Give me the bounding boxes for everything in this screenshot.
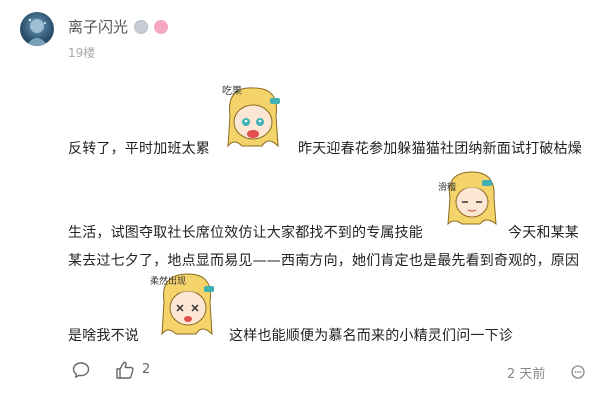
comment-text-line: 生活，试图夺取社长席位效仿让大家都找不到的专属技能 xyxy=(68,225,423,241)
more-options-icon[interactable] xyxy=(571,364,585,383)
comment-text-line: 这样也能顺便为慕名而来的小精灵们问一下诊 xyxy=(229,328,513,344)
avatar[interactable] xyxy=(20,12,54,46)
comment-text-line: 某去过七夕了，地点显而易见——西南方向，她们肯定也是最先看到奇观的，原因 xyxy=(68,253,580,269)
sticker-caption: 柔然出现 xyxy=(150,275,186,287)
sticker-dizzy: 柔然出现 xyxy=(146,262,226,346)
sticker-eating: 吃果 xyxy=(212,76,292,160)
sticker-caption: 滑稽 xyxy=(438,181,456,193)
like-count: 2 xyxy=(142,362,151,377)
floor-number: 19楼 xyxy=(68,46,96,60)
username[interactable]: 离子闪光 xyxy=(68,16,128,37)
sticker-caption: 吃果 xyxy=(222,84,242,97)
comment-text-line: 今天和某某 xyxy=(508,225,579,241)
comment-text-line: 反转了，平时加班太累 xyxy=(68,141,210,157)
comment-header: 离子闪光 xyxy=(68,16,169,37)
comment-text-line: 是啥我不说 xyxy=(68,328,139,344)
sticker-slip: 滑稽 xyxy=(436,164,506,238)
comment-text-line: 昨天迎春花参加躲猫猫社团纳新面试打破枯燥 xyxy=(298,141,582,157)
fan-badge-icon xyxy=(154,19,169,34)
reply-icon[interactable] xyxy=(72,361,90,383)
like-icon[interactable] xyxy=(115,360,135,384)
level-badge-icon xyxy=(134,19,149,34)
comment-time: 2 天前 xyxy=(507,367,546,382)
